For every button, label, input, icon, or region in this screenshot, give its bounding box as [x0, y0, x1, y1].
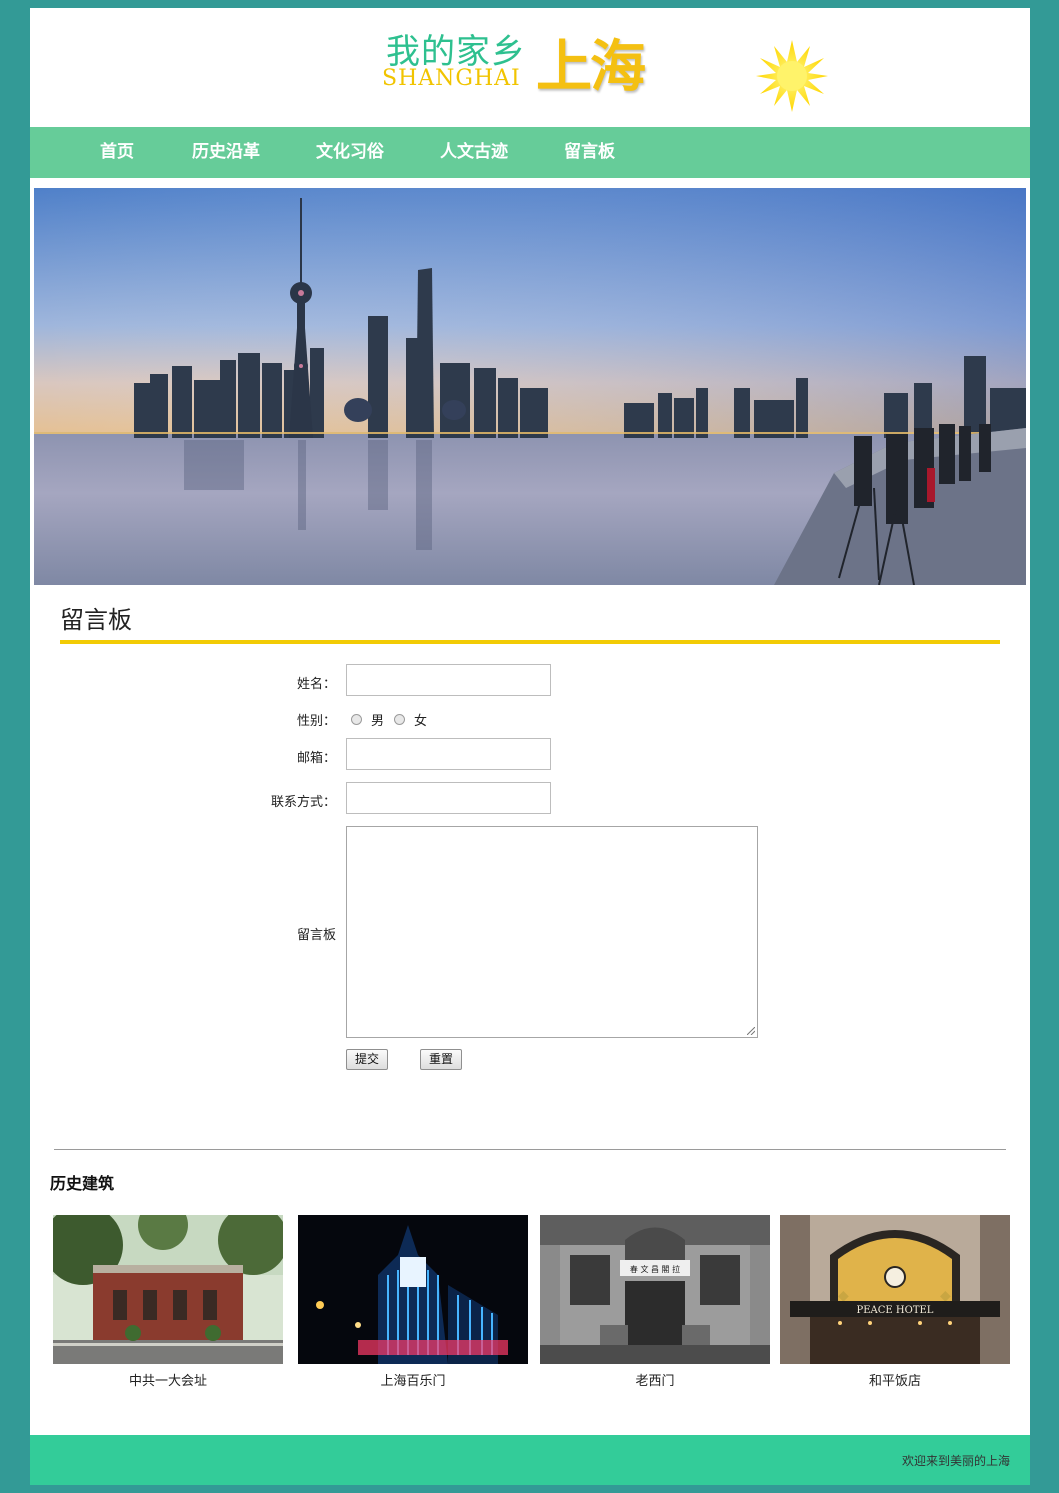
- page-container: 我的家乡 SHANGHAI 上海 首页 历史沿革 文化习俗 人文古迹 留言板 留…: [30, 8, 1030, 1485]
- message-textarea[interactable]: [346, 826, 758, 1038]
- main-nav: 首页 历史沿革 文化习俗 人文古迹 留言板: [30, 127, 1030, 178]
- nav-item-culture[interactable]: 文化习俗: [316, 127, 384, 178]
- submit-button[interactable]: 提交: [346, 1049, 388, 1070]
- gallery-caption: 中共一大会址: [128, 1374, 207, 1389]
- section-divider: [54, 1149, 1006, 1150]
- contact-label: 联系方式：: [270, 795, 336, 810]
- gender-male-label: 男: [371, 714, 385, 729]
- gallery-caption: 老西门: [635, 1374, 675, 1389]
- site-header: 我的家乡 SHANGHAI 上海: [30, 8, 1030, 127]
- banner-image: [34, 188, 1026, 585]
- gender-female-label: 女: [414, 714, 428, 729]
- contact-input[interactable]: [346, 782, 551, 814]
- gallery-image-first-congress-site[interactable]: [53, 1215, 283, 1364]
- name-label: 姓名：: [296, 677, 336, 692]
- site-footer: 欢迎来到美丽的上海: [30, 1435, 1030, 1485]
- gender-label: 性别：: [296, 714, 336, 729]
- guestbook-title: 留言板: [60, 606, 132, 634]
- message-label: 留言板: [296, 928, 336, 943]
- nav-item-guestbook[interactable]: 留言板: [564, 127, 615, 178]
- gender-male-radio[interactable]: [351, 714, 362, 725]
- gender-female-radio[interactable]: [394, 714, 405, 725]
- name-input[interactable]: [346, 664, 551, 696]
- reset-button[interactable]: 重置: [420, 1049, 462, 1070]
- gallery-image-peace-hotel[interactable]: ◆ ◆ PEACE HOTEL: [780, 1215, 1010, 1364]
- gallery-image-laoximen[interactable]: 春 文 昌 閣 拉: [540, 1215, 770, 1364]
- gallery-caption: 和平饭店: [868, 1374, 921, 1389]
- email-input[interactable]: [346, 738, 551, 770]
- footer-welcome-text: 欢迎来到美丽的上海: [901, 1454, 1010, 1468]
- resize-grip-icon[interactable]: [747, 1027, 755, 1035]
- gallery-title: 历史建筑: [50, 1174, 115, 1193]
- nav-item-home[interactable]: 首页: [100, 127, 134, 178]
- sign-text: PEACE HOTEL: [857, 1305, 934, 1316]
- title-underline: [60, 640, 1000, 644]
- logo-city-name: 上海: [536, 35, 646, 100]
- gallery-caption: 上海百乐门: [380, 1374, 446, 1389]
- nav-item-heritage[interactable]: 人文古迹: [440, 127, 508, 178]
- logo-title-en: SHANGHAI: [382, 66, 521, 91]
- nav-item-history[interactable]: 历史沿革: [192, 127, 260, 178]
- gallery-image-paramount[interactable]: [298, 1215, 528, 1364]
- sun-icon: [756, 40, 828, 112]
- email-label: 邮箱：: [296, 751, 336, 766]
- sign-text: 春 文 昌 閣 拉: [630, 1264, 680, 1274]
